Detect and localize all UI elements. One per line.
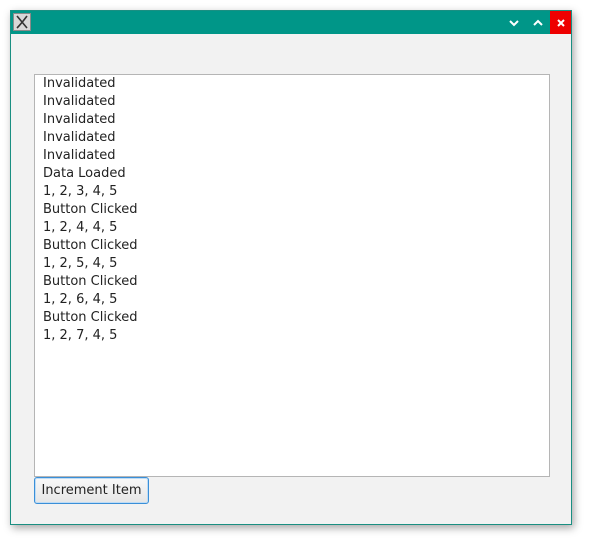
event-list[interactable]: Invalidated Invalidated Invalidated Invalid…	[34, 74, 550, 477]
maximize-icon	[533, 19, 543, 26]
list-item[interactable]: 1, 2, 6, 4, 5	[35, 291, 549, 309]
increment-item-button[interactable]: Increment Item	[34, 477, 149, 504]
list-item[interactable]: 1, 2, 4, 4, 5	[35, 219, 549, 237]
minimize-button[interactable]	[502, 11, 526, 34]
list-item[interactable]: 1, 2, 5, 4, 5	[35, 255, 549, 273]
close-icon	[556, 18, 565, 27]
list-item[interactable]: Data Loaded	[35, 165, 549, 183]
list-item[interactable]: 1, 2, 7, 4, 5	[35, 327, 549, 345]
app-icon	[13, 13, 31, 31]
list-item[interactable]: Invalidated	[35, 75, 549, 93]
list-item[interactable]: Invalidated	[35, 111, 549, 129]
list-item[interactable]: Button Clicked	[35, 273, 549, 291]
title-bar[interactable]	[11, 11, 571, 34]
list-item[interactable]: 1, 2, 3, 4, 5	[35, 183, 549, 201]
list-item[interactable]: Invalidated	[35, 147, 549, 165]
minimize-icon	[509, 19, 519, 26]
list-item[interactable]: Invalidated	[35, 93, 549, 111]
app-window: 157 InvalidatedInvalidatedInvalidatedInv…	[10, 10, 572, 525]
maximize-button[interactable]	[526, 11, 550, 34]
list-item[interactable]: Button Clicked	[35, 309, 549, 327]
list-item[interactable]: Button Clicked	[35, 201, 549, 219]
close-button[interactable]	[550, 11, 571, 34]
list-item[interactable]: Button Clicked	[35, 237, 549, 255]
list-item[interactable]: Invalidated	[35, 129, 549, 147]
